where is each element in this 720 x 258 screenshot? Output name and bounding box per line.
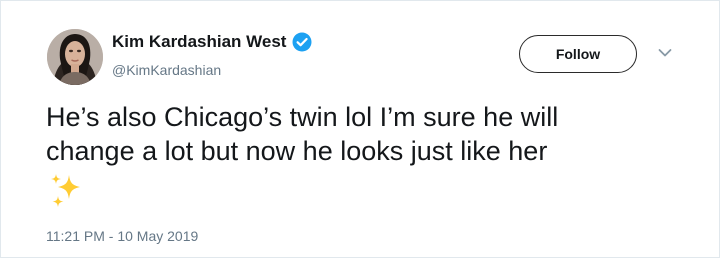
tweet-card: Kim Kardashian West @KimKardashian Follo… xyxy=(0,0,720,258)
chevron-down-icon[interactable] xyxy=(658,48,672,58)
display-name[interactable]: Kim Kardashian West xyxy=(112,32,286,52)
avatar[interactable] xyxy=(47,29,103,85)
name-row: Kim Kardashian West xyxy=(112,32,312,52)
follow-button[interactable]: Follow xyxy=(519,35,637,73)
verified-badge-icon xyxy=(292,32,312,52)
sparkles-icon xyxy=(51,174,80,207)
profile-photo xyxy=(47,29,103,85)
tweet-text: He’s also Chicago’s twin lol I’m sure he… xyxy=(46,100,686,168)
tweet-text-line: He’s also Chicago’s twin lol I’m sure he… xyxy=(46,102,559,132)
tweet-timestamp[interactable]: 11:21 PM - 10 May 2019 xyxy=(46,227,198,245)
tweet-text-line: change a lot but now he looks just like … xyxy=(46,136,548,166)
user-handle[interactable]: @KimKardashian xyxy=(112,61,221,79)
